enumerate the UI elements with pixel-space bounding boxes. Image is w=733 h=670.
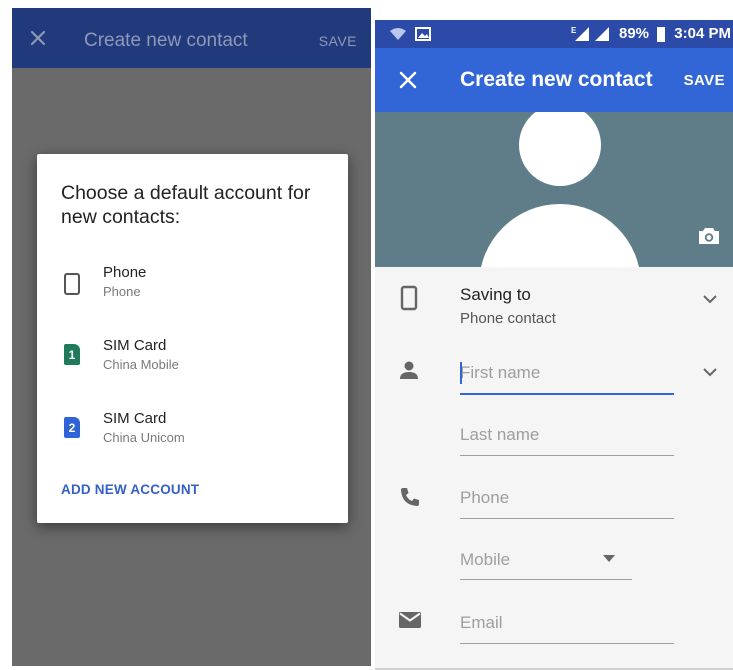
camera-icon[interactable]	[698, 227, 720, 245]
battery-icon	[657, 27, 665, 42]
sim-card-1-icon: 1	[61, 343, 83, 367]
account-option-sim2[interactable]: 2 SIM Card China Unicom	[37, 410, 348, 460]
status-bar: E 89% 3:04 PM	[375, 20, 733, 48]
close-icon[interactable]	[399, 71, 417, 89]
add-new-account-button[interactable]: ADD NEW ACCOUNT	[61, 482, 199, 497]
account-sub: China Unicom	[103, 430, 185, 445]
sim-badge: 1	[64, 344, 80, 365]
saving-to-title: Saving to	[460, 285, 531, 304]
last-name-underline	[460, 455, 674, 456]
phone-device-icon	[400, 285, 418, 311]
account-sub: China Mobile	[103, 357, 179, 372]
first-name-input[interactable]: First name	[460, 363, 540, 383]
phone-underline	[460, 518, 674, 519]
text-cursor	[460, 362, 462, 384]
email-icon	[399, 612, 421, 628]
first-name-underline	[460, 393, 674, 395]
phone-device-icon	[64, 273, 80, 295]
chevron-down-icon[interactable]	[703, 294, 717, 304]
email-input[interactable]: Email	[460, 613, 503, 633]
person-icon	[400, 361, 418, 379]
dialog-heading: Choose a default account for new contact…	[61, 182, 311, 228]
phone-type-underline	[460, 579, 632, 580]
page-title: Create new contact	[84, 30, 248, 51]
phone-type-select[interactable]: Mobile	[460, 550, 510, 570]
wifi-icon	[390, 28, 406, 40]
account-option-phone[interactable]: Phone Phone	[37, 264, 348, 314]
email-underline	[460, 643, 674, 644]
phone-icon	[401, 488, 419, 506]
image-notification-icon	[415, 27, 431, 41]
last-name-input[interactable]: Last name	[460, 425, 539, 445]
right-app-bar: Create new contact SAVE	[375, 48, 733, 112]
account-name: SIM Card	[103, 337, 167, 354]
page-title: Create new contact	[460, 68, 653, 91]
left-app-bar: Create new contact SAVE	[12, 8, 371, 68]
contact-photo-area[interactable]	[375, 112, 733, 267]
svg-text:E: E	[571, 26, 577, 35]
chevron-down-icon[interactable]	[703, 367, 717, 377]
battery-percent: 89%	[619, 25, 650, 42]
default-account-dialog: Choose a default account for new contact…	[37, 154, 348, 523]
save-button[interactable]: SAVE	[684, 72, 725, 89]
account-option-sim1[interactable]: 1 SIM Card China Mobile	[37, 337, 348, 387]
account-sub: Phone	[103, 284, 141, 299]
dropdown-arrow-icon[interactable]	[603, 555, 615, 563]
save-button[interactable]: SAVE	[319, 33, 357, 49]
sim-badge: 2	[64, 417, 80, 438]
signal-icon: E	[571, 26, 609, 41]
left-screen: Create new contact SAVE Choose a default…	[12, 8, 371, 666]
phone-input[interactable]: Phone	[460, 488, 509, 508]
right-screen: E 89% 3:04 PM Create new contact SAVE Sa…	[375, 20, 733, 670]
clock: 3:04 PM	[674, 25, 731, 42]
saving-to-value: Phone contact	[460, 310, 556, 327]
account-name: SIM Card	[103, 410, 167, 427]
account-name: Phone	[103, 264, 147, 281]
close-icon[interactable]	[28, 28, 48, 48]
sim-card-2-icon: 2	[61, 416, 83, 440]
avatar-placeholder	[375, 112, 733, 267]
